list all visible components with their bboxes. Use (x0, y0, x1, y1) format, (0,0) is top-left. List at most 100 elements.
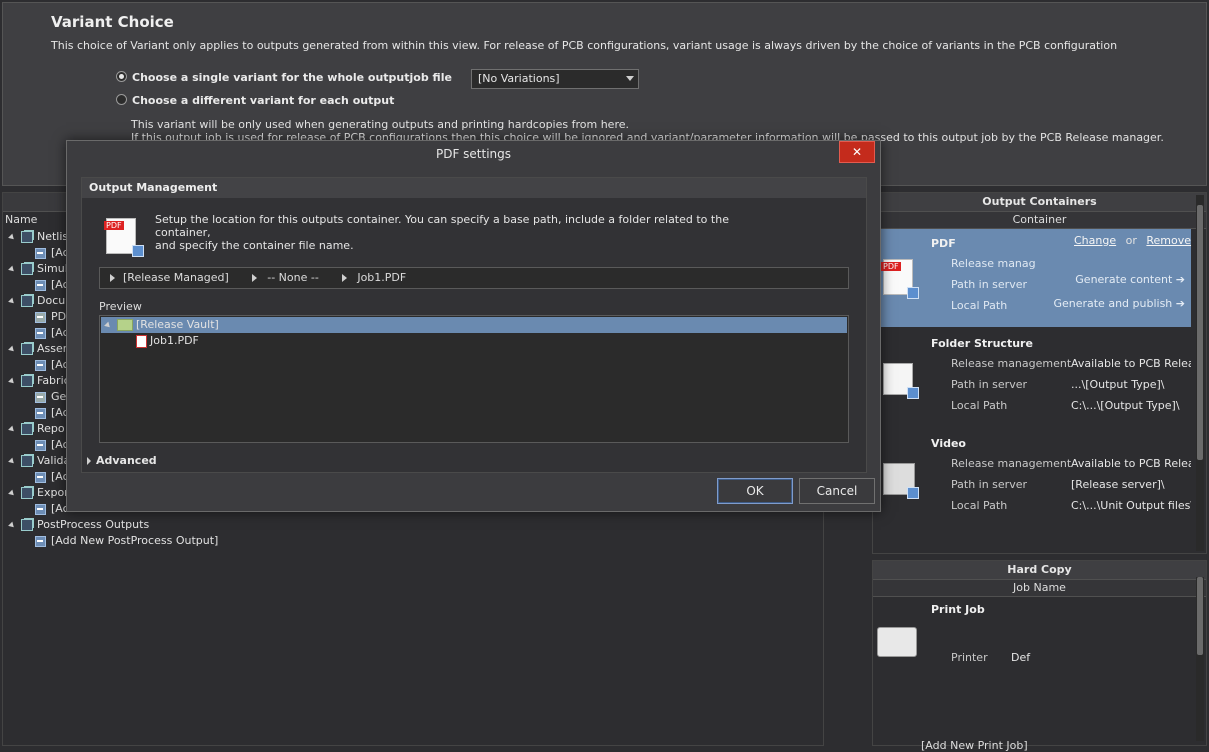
expand-arrow-icon[interactable] (8, 233, 16, 241)
cancel-button[interactable]: Cancel (799, 478, 875, 504)
dialog-title: PDF settings (435, 147, 512, 161)
check-badge-icon (907, 387, 919, 399)
print-job-title: Print Job (931, 603, 985, 616)
containers-scrollbar[interactable] (1196, 195, 1204, 551)
expand-arrow-icon[interactable] (8, 345, 16, 353)
path-arrow-icon[interactable] (252, 274, 258, 282)
pdf-row-local: Local Path (951, 299, 1008, 312)
expand-arrow-icon[interactable] (8, 489, 16, 497)
category-icon (21, 423, 33, 435)
description-line2: and specify the container file name. (155, 239, 354, 252)
expand-arrow-icon[interactable] (8, 457, 16, 465)
radio-each-variant[interactable] (116, 94, 127, 105)
expand-arrow-icon[interactable] (8, 297, 16, 305)
add-icon (35, 247, 46, 259)
pdf-container-card[interactable]: PDF PDF Change or Remove Release manag P… (873, 229, 1191, 327)
variant-select[interactable]: [No Variations] (471, 69, 639, 89)
tree-row-label: PD (51, 310, 67, 323)
job-file-label: Job1.PDF (150, 334, 199, 347)
advanced-toggle[interactable]: Advanced (87, 454, 157, 467)
preview-tree: [Release Vault] Job1.PDF (99, 315, 849, 443)
expand-arrow-icon[interactable] (8, 521, 16, 529)
pdf-settings-dialog: PDF settings ✕ Output Management PDF Set… (66, 140, 881, 512)
folder-val-release: Available to PCB Releas (1071, 357, 1191, 370)
add-icon (35, 535, 46, 547)
output-containers-panel: Output Containers Container PDF PDF Chan… (872, 192, 1207, 554)
video-card[interactable]: Video Release management Available to PC… (873, 429, 1191, 527)
print-job-card[interactable]: Print Job Printer Def (873, 597, 1191, 697)
output-management-description: Setup the location for this outputs cont… (155, 213, 775, 252)
video-title: Video (931, 437, 966, 450)
change-link[interactable]: Change (1074, 234, 1116, 247)
tree-row-label: Simul (37, 262, 68, 275)
job-name-column-header[interactable]: Job Name (873, 580, 1206, 597)
job-file-node[interactable]: Job1.PDF (136, 333, 199, 349)
expand-arrow-icon (87, 457, 91, 465)
hard-copy-panel: Hard Copy Job Name Print Job Printer Def… (872, 560, 1207, 752)
output-containers-header: Output Containers (873, 193, 1206, 212)
description-line1: Setup the location for this outputs cont… (155, 213, 729, 239)
check-badge-icon (907, 287, 919, 299)
add-icon (35, 279, 46, 291)
category-icon (21, 375, 33, 387)
or-text: or (1125, 234, 1137, 247)
hardcopy-scroll-thumb[interactable] (1197, 577, 1203, 655)
tree-name-header[interactable]: Name (5, 213, 37, 226)
variant-description: This choice of Variant only applies to o… (51, 39, 1118, 52)
tree-row-label: Fabric (37, 374, 70, 387)
tree-row-label: Ge (51, 390, 67, 403)
expand-arrow-icon[interactable] (8, 377, 16, 385)
tree-add-row[interactable]: [Add New PostProcess Output] (9, 533, 218, 549)
add-icon (35, 439, 46, 451)
preview-label: Preview (99, 300, 142, 313)
release-vault-node[interactable]: [Release Vault] (101, 317, 847, 333)
tree-category-row[interactable]: PostProcess Outputs (8, 517, 218, 533)
path-base[interactable]: [Release Managed] (123, 271, 229, 284)
tree-row-label: Repo (37, 422, 65, 435)
category-icon (21, 487, 33, 499)
path-breadcrumb: [Release Managed] -- None -- Job1.PDF (99, 267, 849, 289)
add-print-job[interactable]: [Add New Print Job] (921, 739, 1028, 752)
add-print-job-label: [Add New Print Job] (921, 739, 1028, 752)
expand-arrow-icon[interactable] (8, 265, 16, 273)
variant-select-value: [No Variations] (478, 72, 560, 85)
printer-label: Printer (951, 651, 988, 664)
path-folder[interactable]: -- None -- (267, 271, 319, 284)
tree-row-label: Netlis (37, 230, 69, 243)
folder-row-server: Path in server (951, 378, 1028, 391)
generate-publish-link[interactable]: Generate and publish ➔ (1053, 297, 1185, 310)
close-button[interactable]: ✕ (839, 141, 875, 163)
category-icon (21, 295, 33, 307)
radio-single-variant-label: Choose a single variant for the whole ou… (132, 71, 452, 84)
generate-content-label: Generate content (1075, 273, 1173, 286)
video-row-local: Local Path (951, 499, 1008, 512)
folder-val-server: ...\[Output Type]\ (1071, 378, 1165, 391)
path-filename[interactable]: Job1.PDF (357, 271, 406, 284)
remove-link[interactable]: Remove (1146, 234, 1191, 247)
path-arrow-icon[interactable] (342, 274, 348, 282)
output-icon (35, 311, 46, 323)
video-row-server: Path in server (951, 478, 1028, 491)
tree-row-label: [Add New PostProcess Output] (51, 534, 219, 547)
video-val-local: C:\...\Unit Output files\ (1071, 499, 1191, 512)
folder-structure-card[interactable]: Folder Structure Release management Avai… (873, 329, 1191, 427)
output-icon (35, 391, 46, 403)
containers-scroll-thumb[interactable] (1197, 205, 1203, 460)
expand-arrow-icon[interactable] (8, 425, 16, 433)
radio-single-variant[interactable] (116, 71, 127, 82)
folder-row-release: Release management (951, 357, 1072, 370)
expand-arrow-icon[interactable] (104, 321, 112, 329)
hardcopy-scrollbar[interactable] (1196, 577, 1204, 741)
add-icon (35, 471, 46, 483)
ok-button[interactable]: OK (717, 478, 793, 504)
close-icon: ✕ (851, 145, 863, 159)
category-icon (21, 343, 33, 355)
generate-content-link[interactable]: Generate content ➔ (1075, 273, 1185, 286)
pdf-file-icon (136, 334, 147, 348)
pdf-row-server: Path in server (951, 278, 1028, 291)
container-column-header[interactable]: Container (873, 212, 1206, 229)
path-arrow-icon[interactable] (110, 274, 115, 282)
variant-title: Variant Choice (51, 13, 174, 31)
category-icon (21, 263, 33, 275)
add-icon (35, 359, 46, 371)
